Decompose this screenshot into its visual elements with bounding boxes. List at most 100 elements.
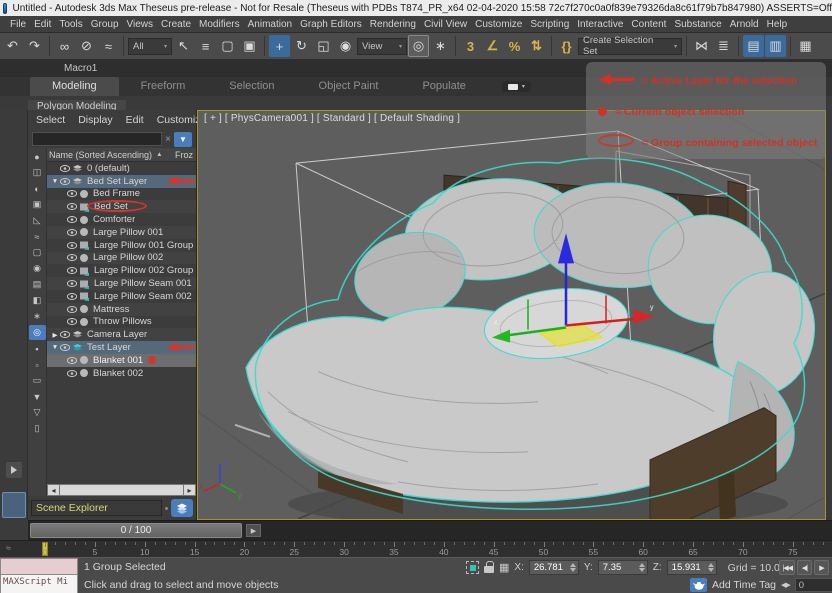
menu-civil-view[interactable]: Civil View	[420, 19, 471, 30]
time-slider-handle[interactable]: 0 / 100	[30, 523, 242, 538]
angle-snap-toggle-button[interactable]: ∠	[482, 35, 503, 57]
menu-views[interactable]: Views	[123, 19, 158, 30]
ribbon-tab-populate[interactable]: Populate	[400, 77, 487, 96]
select-and-manipulate-button[interactable]: ∗	[430, 35, 451, 57]
viewport-label[interactable]: [ + ] [ PhysCamera001 ] [ Standard ] [ D…	[204, 113, 460, 124]
name-column-header[interactable]: Name (Sorted Ascending)	[49, 150, 152, 160]
viewport-layout-tab[interactable]	[2, 492, 26, 518]
named-selection-set-dropdown[interactable]: Create Selection Set▾	[578, 38, 682, 55]
layer-row-large-pillow-001[interactable]: Large Pillow 001	[47, 226, 196, 239]
visibility-eye-icon[interactable]	[67, 229, 77, 236]
layer-explorer-icon[interactable]	[171, 499, 193, 517]
viewport[interactable]: x y z x y [ + ] [ PhysCamera001 ] [ Stan…	[197, 110, 826, 520]
toggle-ribbon-button[interactable]: ▦	[795, 35, 816, 57]
select-and-move-button[interactable]: +	[269, 35, 290, 57]
collapse-arrow-icon[interactable]: ▼	[50, 344, 60, 351]
menu-substance[interactable]: Substance	[670, 19, 725, 30]
rectangular-selection-region-button[interactable]: ▢	[217, 35, 238, 57]
toggle-layer-explorer-button[interactable]: ▥	[765, 35, 786, 57]
toggle-scene-explorer-button[interactable]: ▤	[743, 35, 764, 57]
z-spinner-icon[interactable]	[708, 563, 714, 572]
layer-row-large-pillow-001-group[interactable]: Large Pillow 001 Group	[47, 239, 196, 252]
layer-row-bed-set-layer[interactable]: ▼Bed Set Layer	[47, 175, 196, 188]
macro-tab-label[interactable]: Macro1	[64, 63, 97, 74]
visibility-eye-icon[interactable]	[60, 165, 70, 172]
display-materials-icon[interactable]: ◧	[29, 293, 46, 308]
explorer-menu-select[interactable]: Select	[36, 114, 65, 127]
select-none-filter-icon[interactable]: ▼	[29, 389, 46, 404]
container-icon[interactable]: ▯	[29, 421, 46, 436]
undo-button[interactable]: ↶	[2, 35, 23, 57]
visibility-eye-icon[interactable]	[67, 216, 77, 223]
display-groups-icon[interactable]: ▢	[29, 245, 46, 260]
maxscript-mini-listener[interactable]: MAXScript Mi	[0, 558, 78, 593]
maxscript-listener-row[interactable]: MAXScript Mi	[0, 575, 78, 593]
display-containers-icon[interactable]: ▤	[29, 277, 46, 292]
layer-row-bed-set[interactable]: Bed Set	[47, 200, 196, 213]
align-button[interactable]: ≣	[713, 35, 734, 57]
menu-file[interactable]: File	[6, 19, 30, 30]
selection-filter-dropdown[interactable]: All▾	[128, 38, 172, 55]
menu-edit[interactable]: Edit	[30, 19, 55, 30]
time-slider-next-button[interactable]: ▶	[246, 524, 261, 537]
clear-search-icon[interactable]: ×	[165, 134, 171, 145]
layer-row-throw-pillows[interactable]: Throw Pillows	[47, 316, 196, 329]
visibility-eye-icon[interactable]	[60, 344, 70, 351]
visibility-eye-icon[interactable]	[67, 318, 77, 325]
display-objects-icon[interactable]: ●	[29, 149, 46, 164]
percent-snap-toggle-button[interactable]: %	[504, 35, 525, 57]
menu-customize[interactable]: Customize	[471, 19, 526, 30]
layer-row-blanket-001[interactable]: Blanket 001	[47, 354, 196, 367]
select-object-button[interactable]: ↖	[173, 35, 194, 57]
list-header[interactable]: Name (Sorted Ascending) ▲ Froz	[47, 148, 196, 162]
window-crossing-toggle-button[interactable]: ▣	[239, 35, 260, 57]
horizontal-scrollbar[interactable]: ◂ ▸	[47, 484, 196, 496]
key-mode-toggle-button[interactable]: ◀▶	[781, 581, 790, 589]
frozen-column-header[interactable]: Froz	[175, 150, 194, 160]
collapse-arrow-icon[interactable]: ▼	[50, 178, 60, 185]
current-frame-field[interactable]: 0	[795, 578, 832, 592]
menu-interactive[interactable]: Interactive	[573, 19, 627, 30]
menu-graph-editors[interactable]: Graph Editors	[296, 19, 366, 30]
mirror-button[interactable]: ⋈	[691, 35, 712, 57]
absolute-mode-icon[interactable]: ▦	[499, 561, 509, 574]
menu-animation[interactable]: Animation	[244, 19, 296, 30]
add-time-tag-label[interactable]: Add Time Tag	[712, 579, 776, 591]
layer-row-bed-frame[interactable]: Bed Frame	[47, 188, 196, 201]
x-spinner-icon[interactable]	[570, 563, 576, 572]
visibility-eye-icon[interactable]	[67, 293, 77, 300]
explorer-menu-edit[interactable]: Edit	[126, 114, 144, 127]
reference-coordinate-system-dropdown[interactable]: View▾	[357, 38, 407, 55]
visibility-eye-icon[interactable]	[67, 190, 77, 197]
layer-row-large-pillow-002-group[interactable]: Large Pillow 002 Group	[47, 264, 196, 277]
select-and-rotate-button[interactable]: ↻	[291, 35, 312, 57]
explorer-title-field[interactable]: Scene Explorer	[31, 500, 162, 516]
snaps-toggle-button[interactable]: 3	[460, 35, 481, 57]
visibility-eye-icon[interactable]	[60, 178, 70, 185]
menu-modifiers[interactable]: Modifiers	[195, 19, 244, 30]
explorer-search-input[interactable]	[32, 132, 162, 146]
visibility-eye-icon[interactable]	[67, 306, 77, 313]
scroll-right-icon[interactable]: ▸	[183, 484, 196, 496]
visibility-eye-icon[interactable]	[67, 357, 77, 364]
ribbon-tab-object-paint[interactable]: Object Paint	[297, 77, 401, 96]
select-by-name-button[interactable]: ≡	[195, 35, 216, 57]
expand-arrow-icon[interactable]: ▶	[50, 331, 60, 339]
y-coordinate-field[interactable]: 7.35	[598, 560, 648, 575]
scrollbar-thumb[interactable]	[60, 484, 183, 496]
scroll-left-icon[interactable]: ◂	[47, 484, 60, 496]
add-time-tag-icon[interactable]	[690, 578, 707, 592]
visibility-eye-icon[interactable]	[67, 267, 77, 274]
selection-lock-icon[interactable]	[484, 561, 494, 574]
go-to-start-button[interactable]: |◀◀	[779, 560, 795, 575]
layer-row-0-default[interactable]: 0 (default)	[47, 162, 196, 175]
visibility-eye-icon[interactable]	[60, 331, 70, 338]
x-coordinate-field[interactable]: 26.781	[529, 560, 579, 575]
menu-create[interactable]: Create	[157, 19, 195, 30]
filter-funnel-icon[interactable]: ▼	[174, 132, 192, 147]
play-animation-button[interactable]: ▶	[814, 560, 829, 575]
ribbon-minimize-button[interactable]: ▾	[502, 81, 531, 92]
lock-cell-editing-icon[interactable]: ▪	[29, 341, 46, 356]
explorer-menu-display[interactable]: Display	[78, 114, 112, 127]
menu-group[interactable]: Group	[87, 19, 123, 30]
